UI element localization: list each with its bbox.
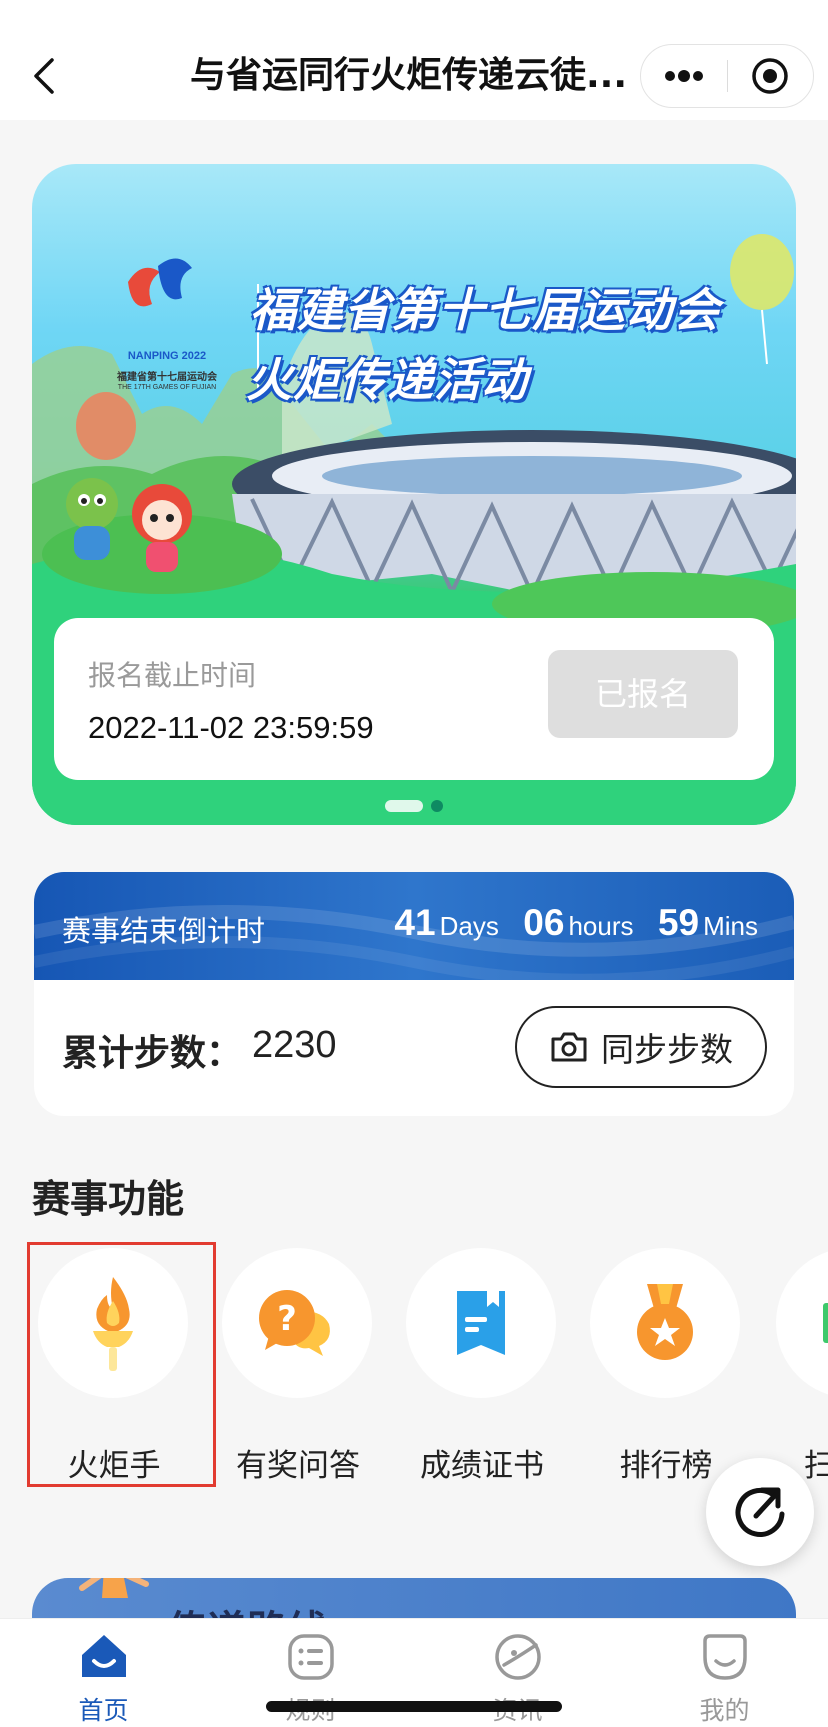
countdown-hours: 06 <box>523 902 565 943</box>
target-circle-icon <box>752 58 788 94</box>
countdown-title: 赛事结束倒计时 <box>62 914 266 948</box>
home-icon <box>82 1635 126 1677</box>
countdown-mins: 59 <box>657 902 700 943</box>
sync-steps-button[interactable]: 同步步数 <box>515 1006 767 1088</box>
feature-certificate[interactable]: 成绩证书 <box>390 1244 574 1484</box>
countdown-values: 41 Days 06 hours 59 Mins <box>394 902 758 944</box>
registration-deadline-value: 2022-11-02 23:59:59 <box>88 710 374 745</box>
feature-leaderboard[interactable]: 排行榜 <box>574 1244 758 1484</box>
tab-home[interactable]: 首页 <box>0 1619 207 1727</box>
feature-quiz[interactable]: ? 有奖问答 <box>206 1244 390 1484</box>
countdown-hours-unit: hours <box>568 911 634 941</box>
feature-icon-circle <box>590 1248 740 1398</box>
countdown-days: 41 <box>394 902 436 943</box>
logo-name-en: THE 17TH GAMES OF FUJIAN <box>117 384 217 391</box>
banner-headline-1: 福建省第十七届运动会 <box>250 283 720 337</box>
countdown-mins-unit: Mins <box>703 911 758 941</box>
page-title: 与省运同行火炬传递云徒... <box>190 55 628 96</box>
rules-list-icon <box>288 1634 334 1680</box>
share-float-button[interactable] <box>706 1458 814 1566</box>
registration-deadline-label: 报名截止时间 <box>88 660 257 691</box>
tab-label: 我的 <box>699 1696 750 1725</box>
medal-icon <box>637 1284 693 1360</box>
question-bubble-icon: ? <box>259 1290 330 1356</box>
chevron-left-icon <box>34 58 54 94</box>
more-button[interactable] <box>641 45 727 107</box>
selection-highlight <box>27 1242 216 1487</box>
refresh-arrow-icon <box>735 1487 785 1537</box>
profile-icon <box>703 1634 747 1680</box>
feature-scan[interactable]: 扫 <box>758 1244 828 1484</box>
countdown-days-unit: Days <box>439 911 499 941</box>
countdown-header: 赛事结束倒计时 41 Days 06 hours 59 Mins <box>34 872 794 980</box>
more-dots-icon <box>664 70 703 82</box>
close-miniprogram-button[interactable] <box>728 45 814 107</box>
steps-value: 2230 <box>252 1024 337 1066</box>
carousel-indicator <box>32 800 796 812</box>
svg-text:?: ? <box>277 1299 297 1339</box>
certificate-icon <box>457 1291 505 1355</box>
feature-icon-circle <box>406 1248 556 1398</box>
features-title: 赛事功能 <box>32 1177 185 1221</box>
news-icon <box>495 1634 541 1680</box>
steps-label: 累计步数： <box>62 1033 243 1074</box>
registration-card: 报名截止时间 2022-11-02 23:59:59 已报名 <box>54 618 774 780</box>
tab-label: 首页 <box>78 1696 129 1725</box>
scan-icon <box>823 1303 828 1343</box>
nav-header: 与省运同行火炬传递云徒... <box>0 0 828 120</box>
countdown-card: 赛事结束倒计时 41 Days 06 hours 59 Mins 累计步数： 2230… <box>34 872 794 1116</box>
event-banner[interactable]: NANPING 2022 福建省第十七届运动会 THE 17TH GAMES O… <box>32 164 796 825</box>
feature-icon-circle <box>776 1248 828 1398</box>
carousel-dot[interactable] <box>431 800 443 812</box>
mini-program-capsule <box>640 44 814 108</box>
registered-button[interactable]: 已报名 <box>548 650 738 738</box>
feature-icon-circle: ? <box>222 1248 372 1398</box>
back-button[interactable] <box>24 48 64 104</box>
logo-year: NANPING 2022 <box>127 350 207 362</box>
tab-profile[interactable]: 我的 <box>621 1619 828 1727</box>
sync-steps-label: 同步步数 <box>601 1030 733 1069</box>
home-indicator <box>266 1701 562 1712</box>
carousel-dot-active[interactable] <box>385 800 423 812</box>
banner-headline-2: 火炬传递活动 <box>246 353 528 407</box>
feature-label: 有奖问答 <box>236 1448 360 1484</box>
logo-name-cn: 福建省第十七届运动会 <box>117 372 217 383</box>
feature-label: 成绩证书 <box>420 1448 544 1484</box>
camera-icon <box>551 1032 587 1062</box>
